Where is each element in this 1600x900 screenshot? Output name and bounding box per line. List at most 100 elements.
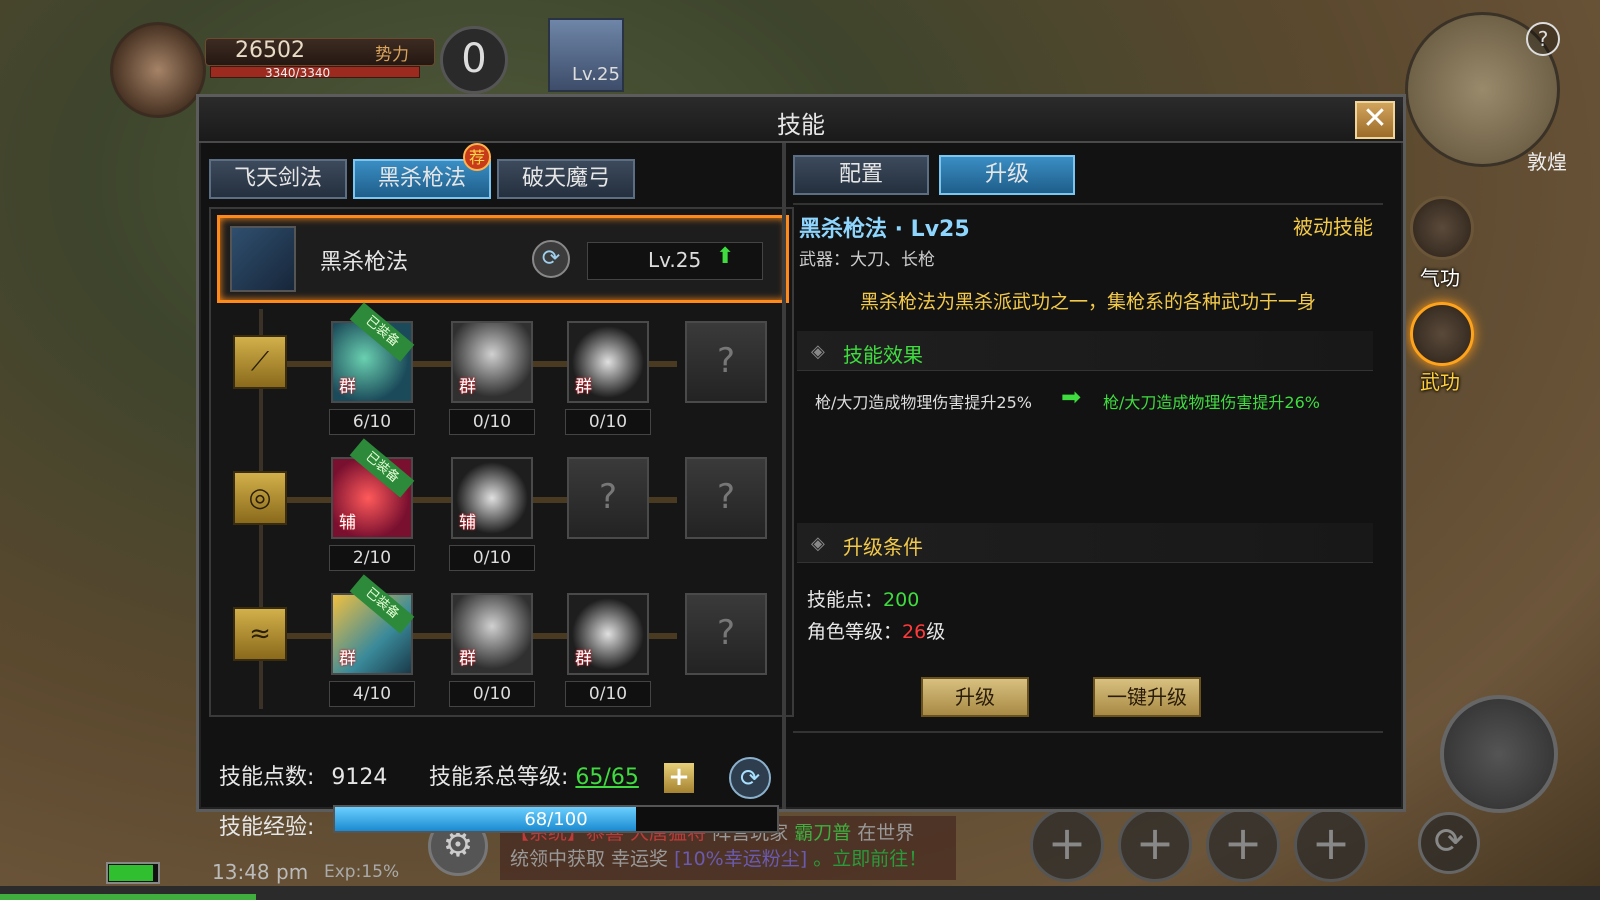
diamond-icon: ◈ [811, 341, 825, 362]
wugong-label: 武功 [1420, 370, 1460, 394]
player-exp: Exp:15% [324, 862, 400, 882]
skill-cell-r3-c1[interactable]: 已装备 群 [331, 574, 415, 675]
chat-goto-link[interactable]: 。立即前往！ [813, 848, 927, 870]
skill-count-r3-c1: 4/10 [329, 681, 415, 707]
add-points-button[interactable]: + [664, 763, 694, 793]
effect-current: 枪/大刀造成物理伤害提升25% [815, 393, 1032, 412]
skill-cell-r1-c2[interactable]: 群 [451, 321, 533, 403]
skill-slot-1[interactable]: + [1030, 808, 1104, 882]
skill-count-r2-c2: 0/10 [449, 545, 535, 571]
upgrade-button[interactable]: 升级 [921, 677, 1029, 717]
equipped-badge: 已装备 [349, 574, 415, 634]
detail-bottom-line [793, 731, 1383, 733]
locked-skill-cell-r2-c3[interactable]: ? [567, 457, 649, 539]
cond-points-value: 200 [883, 589, 920, 611]
skill-cell-r3-c2[interactable]: 群 [451, 593, 533, 675]
chat-player: 霸刀普 [794, 822, 852, 844]
wugong-button[interactable] [1410, 302, 1474, 366]
kill-counter: 0 [440, 26, 508, 94]
chat-reward: [10%幸运粉尘] [674, 848, 808, 870]
tab-config[interactable]: 配置 [793, 155, 929, 195]
group-tag: 群 [575, 377, 592, 397]
locked-skill-cell-r3-c4[interactable]: ? [685, 593, 767, 675]
skill-weapon: 武器：大刀、长枪 [799, 250, 935, 270]
combat-power: 26502 [235, 38, 305, 63]
diamond-icon: ◈ [811, 533, 825, 554]
locked-scroll-icon: ? [598, 477, 618, 517]
skill-slot-3[interactable]: + [1206, 808, 1280, 882]
reset-skills-icon[interactable]: ⟳ [729, 757, 771, 799]
locked-scroll-icon: ? [716, 341, 736, 381]
qigong-label: 气功 [1420, 266, 1460, 290]
skill-detail-pane: 配置 升级 黑杀枪法 · Lv25 被动技能 武器：大刀、长枪 黑杀枪法为黑杀派… [793, 149, 1383, 803]
tab-potian-bow[interactable]: 破天魔弓 [497, 159, 635, 199]
cond-level-unit: 级 [926, 621, 946, 643]
aux-tag: 辅 [459, 513, 476, 533]
skill-cell-r1-c3[interactable]: 群 [567, 321, 649, 403]
skill-points-value: 9124 [331, 765, 388, 790]
skill-cell-r2-c1[interactable]: 已装备 辅 [331, 438, 415, 539]
current-skill-header[interactable]: 黑杀枪法 ⟳ Lv.25 ⬆ [217, 215, 789, 303]
close-icon[interactable]: ✕ [1355, 101, 1395, 139]
group-tag: 群 [459, 649, 476, 669]
qigong-button[interactable] [1410, 196, 1474, 260]
help-button[interactable]: ? [1526, 22, 1560, 56]
locked-scroll-icon: ? [716, 477, 736, 517]
skill-grid: 黑杀枪法 ⟳ Lv.25 ⬆ ⟋ 已装备 群 6/10 群 0/10 群 0/1… [209, 207, 794, 717]
locked-scroll-icon: ? [716, 613, 736, 653]
skill-count-r3-c2: 0/10 [449, 681, 535, 707]
cond-level-value: 26 [902, 621, 927, 643]
clock: 13:48 pm [212, 860, 309, 884]
row-1-category-icon: ⟋ [233, 335, 287, 389]
locked-skill-cell-r2-c4[interactable]: ? [685, 457, 767, 539]
chat-text3: 统领中获取 幸运奖 [510, 848, 669, 870]
skill-count-r3-c3: 0/10 [565, 681, 651, 707]
row-2-category-icon: ◎ [233, 471, 287, 525]
player-avatar[interactable] [110, 22, 206, 118]
swap-skill-icon[interactable]: ⟳ [532, 240, 570, 278]
spear-skill-icon [230, 226, 296, 292]
locked-skill-cell-r1-c4[interactable]: ? [685, 321, 767, 403]
switch-target-icon[interactable]: ⟳ [1418, 812, 1480, 874]
group-tag: 群 [575, 649, 592, 669]
equipped-badge: 已装备 [349, 302, 415, 362]
group-tag: 群 [339, 649, 356, 669]
skill-dialog: 技能 ✕ 飞天剑法 黑杀枪法 破天魔弓 黑杀枪法 ⟳ Lv.25 ⬆ ⟋ 已装备… [196, 94, 1406, 840]
condition-title: 升级条件 [843, 535, 923, 559]
dialog-header: 技能 ✕ [199, 97, 1403, 143]
effect-title: 技能效果 [843, 343, 923, 367]
total-level-label: 技能系总等级: [429, 765, 569, 790]
dialog-title: 技能 [777, 111, 825, 139]
skill-exp-label: 技能经验: [219, 815, 315, 840]
skill-cell-r3-c3[interactable]: 群 [567, 593, 649, 675]
map-name: 敦煌 [1527, 150, 1567, 174]
skill-level: Lv.25 [648, 248, 702, 272]
skill-points: 技能点数: 9124 [219, 759, 387, 791]
total-level: 技能系总等级: 65/65 [429, 759, 639, 791]
player-exp-bar-fill [0, 894, 256, 900]
condition-section: ◈ 升级条件 [797, 523, 1373, 563]
skill-count-r1-c2: 0/10 [449, 409, 535, 435]
faction-tag[interactable]: 势力 [375, 40, 409, 65]
skill-count-r1-c3: 0/10 [565, 409, 651, 435]
pet-level: Lv.25 [572, 64, 620, 85]
skill-cell-r2-c2[interactable]: 辅 [451, 457, 533, 539]
skill-description: 黑杀枪法为黑杀派武功之一，集枪系的各种武功于一身 [859, 291, 1316, 313]
player-exp-bar [0, 886, 1600, 900]
one-click-upgrade-button[interactable]: 一键升级 [1093, 677, 1201, 717]
total-level-value[interactable]: 65/65 [575, 765, 638, 790]
attack-sword-button[interactable] [1440, 695, 1558, 813]
chat-text2: 在世界 [857, 822, 915, 844]
chat-line-2: 统领中获取 幸运奖 [10%幸运粉尘] 。立即前往！ [510, 846, 946, 872]
skill-type: 被动技能 [1293, 215, 1373, 239]
skill-points-label: 技能点数: [219, 765, 315, 790]
cond-points-label: 技能点： [807, 589, 884, 611]
tab-upgrade[interactable]: 升级 [939, 155, 1075, 195]
detail-skill-title: 黑杀枪法 · Lv25 [799, 217, 970, 242]
skill-cell-r1-c1[interactable]: 已装备 群 [331, 302, 415, 403]
skill-exp-bar: 68/100 [333, 805, 779, 833]
battery-level [109, 865, 153, 881]
skill-slot-2[interactable]: + [1118, 808, 1192, 882]
tab-feitian-sword[interactable]: 飞天剑法 [209, 159, 347, 199]
skill-slot-4[interactable]: + [1294, 808, 1368, 882]
